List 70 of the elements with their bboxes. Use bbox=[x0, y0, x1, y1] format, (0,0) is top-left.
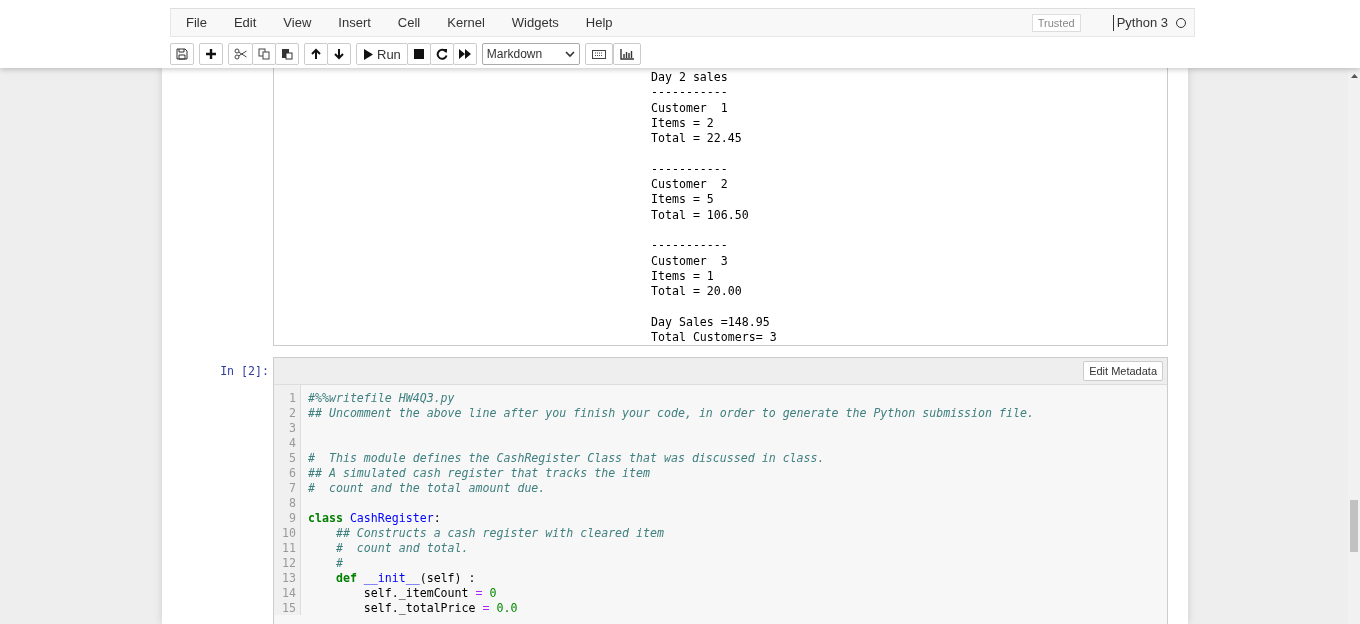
line-number: 9 bbox=[288, 510, 297, 525]
stop-icon bbox=[413, 49, 424, 59]
save-button[interactable] bbox=[170, 43, 194, 65]
arrow-up-icon bbox=[310, 48, 322, 60]
code-line: # bbox=[334, 555, 343, 570]
line-number: 10 bbox=[281, 525, 297, 540]
cut-button[interactable] bbox=[228, 43, 253, 65]
copy-icon bbox=[258, 48, 270, 60]
line-number: 2 bbox=[288, 405, 297, 420]
stop-button[interactable] bbox=[406, 43, 431, 65]
paste-button[interactable] bbox=[275, 43, 299, 65]
restart-icon bbox=[435, 48, 448, 60]
input-prompt: In [2]: bbox=[219, 363, 270, 378]
plus-icon bbox=[205, 48, 217, 60]
line-number: 6 bbox=[288, 465, 297, 480]
scroll-thumb[interactable] bbox=[1350, 500, 1358, 552]
move-down-button[interactable] bbox=[327, 43, 351, 65]
fast-forward-icon bbox=[458, 49, 471, 59]
code-line: # count and the total amount due. bbox=[308, 480, 546, 495]
menu-item[interactable]: Edit bbox=[233, 15, 273, 30]
line-number: 7 bbox=[288, 480, 297, 495]
chart-button[interactable] bbox=[612, 43, 641, 65]
menu-item[interactable]: Insert bbox=[338, 15, 387, 30]
line-number: 8 bbox=[288, 495, 297, 510]
code-line: #%%writefile HW4Q3.py bbox=[308, 390, 455, 405]
code-line: ## Constructs a cash register with cleared item bbox=[334, 525, 664, 540]
cell-output-text: Day 2 sales ----------- Customer 1 Items = 2 Total = 22.45 ----------- Customer 2 Items = 5 Total = 106.50 ----------- Customer 3 Items = 1 Total = 20.00 Day Sales =148.95 Total Customers= 3 bbox=[651, 69, 778, 346]
code-line: def __init__(self) : bbox=[334, 570, 476, 585]
menu-item[interactable]: View bbox=[283, 15, 328, 30]
code-line: ## Uncomment the above line after you finish your code, in order to generate the Python submission file. bbox=[308, 405, 1034, 420]
menu-item[interactable]: Cell bbox=[397, 15, 437, 30]
edit-metadata-button[interactable]: Edit Metadata bbox=[1083, 361, 1163, 381]
code-line: # count and total. bbox=[334, 540, 469, 555]
kernel-name[interactable]: Python 3 bbox=[1116, 15, 1168, 30]
keyboard-button[interactable] bbox=[584, 43, 613, 65]
arrow-down-icon bbox=[333, 48, 345, 60]
line-number: 13 bbox=[281, 570, 297, 585]
line-number: 12 bbox=[281, 555, 297, 570]
code-line: ## A simulated cash register that tracks the item bbox=[308, 465, 651, 480]
keyboard-icon bbox=[591, 49, 606, 59]
menu-item[interactable]: Help bbox=[585, 15, 629, 30]
code-cell[interactable] bbox=[273, 357, 1168, 624]
menu-item[interactable]: Kernel bbox=[447, 15, 501, 30]
line-number: 1 bbox=[288, 390, 297, 405]
code-line: self._totalPrice = 0.0 bbox=[362, 600, 518, 615]
line-number: 3 bbox=[288, 420, 297, 435]
chevron-down-icon bbox=[564, 50, 575, 58]
line-number: 5 bbox=[288, 450, 297, 465]
bar-chart-icon bbox=[619, 48, 634, 60]
fast-forward-button[interactable] bbox=[452, 43, 477, 65]
scroll-up-icon[interactable] bbox=[1350, 74, 1358, 78]
menu-item[interactable]: Widgets bbox=[511, 15, 575, 30]
line-number: 15 bbox=[281, 600, 297, 615]
play-icon bbox=[363, 48, 373, 60]
restart-button[interactable] bbox=[429, 43, 454, 65]
run-button[interactable]: Run bbox=[356, 43, 408, 65]
scissors-icon bbox=[234, 48, 247, 60]
line-number: 11 bbox=[281, 540, 297, 555]
save-icon bbox=[176, 48, 188, 60]
trusted-badge[interactable]: Trusted bbox=[1031, 13, 1081, 32]
line-number: 4 bbox=[288, 435, 297, 450]
code-line: class CashRegister: bbox=[308, 510, 441, 525]
add-cell-button[interactable] bbox=[199, 43, 223, 65]
code-line: # This module defines the CashRegister Class that was discussed in class. bbox=[308, 450, 825, 465]
code-line: self._itemCount = 0 bbox=[362, 585, 497, 600]
menu-item[interactable]: File bbox=[186, 15, 223, 30]
cell-type-select[interactable]: Markdown bbox=[481, 43, 580, 65]
paste-icon bbox=[281, 48, 293, 60]
line-number: 14 bbox=[281, 585, 297, 600]
move-up-button[interactable] bbox=[304, 43, 328, 65]
